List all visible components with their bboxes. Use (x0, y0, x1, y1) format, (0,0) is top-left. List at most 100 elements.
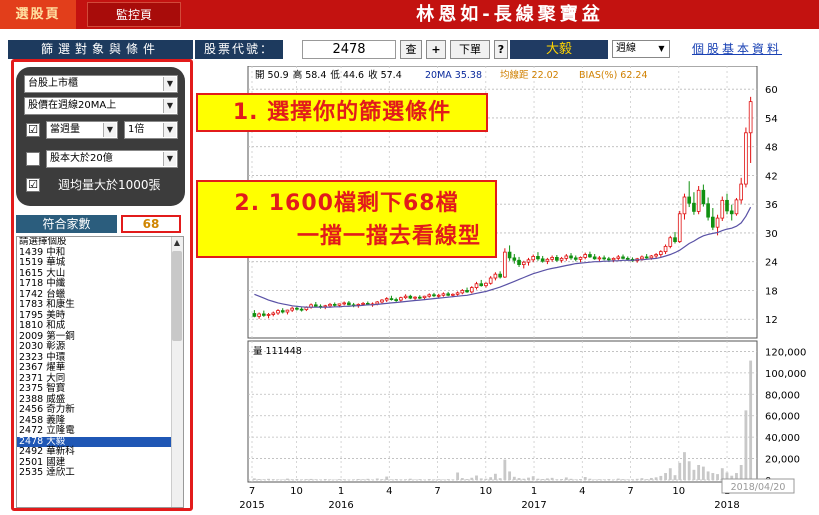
candle-body (597, 257, 602, 260)
order-button[interactable]: 下單 (450, 40, 490, 59)
volume-bar (319, 479, 322, 480)
match-count-value: 68 (121, 215, 181, 233)
stock-code-input[interactable]: 2478 (302, 40, 396, 59)
volume-bar (555, 479, 559, 480)
volume-bar (262, 479, 266, 480)
stock-list-item[interactable]: 1718 中纖 (17, 278, 183, 290)
candle-body (257, 313, 261, 317)
stock-list-item[interactable]: 1810 和成 (17, 320, 183, 332)
stock-list-item[interactable]: 2375 智寶 (17, 383, 183, 395)
year-tick-label: 2016 (328, 500, 353, 511)
candle-body (441, 293, 446, 296)
volume-tick-label: 100,000 (765, 369, 806, 380)
candle-body (261, 313, 266, 316)
volume-bar (522, 478, 526, 480)
volume-bar (446, 479, 450, 480)
volume-bar (314, 479, 318, 480)
volume-bar (323, 479, 327, 480)
candle-body (413, 296, 417, 299)
candle-body (299, 308, 304, 311)
candle-body (659, 251, 663, 255)
year-tick-label: 2015 (239, 500, 264, 511)
stock-list-item[interactable]: 2492 華新科 (17, 446, 183, 458)
volume-select-value: 當週量 (50, 124, 80, 135)
month-tick-label: 10 (479, 486, 492, 497)
volume-bar (309, 478, 313, 480)
month-tick-label: 4 (386, 486, 392, 497)
candle-body (588, 254, 592, 258)
tab-monitor[interactable]: 監控頁 (87, 2, 181, 27)
help-button[interactable]: ? (494, 40, 508, 59)
volume-bar (631, 479, 634, 480)
candle-body (276, 310, 280, 314)
stock-list-item[interactable]: 1783 和康生 (17, 299, 183, 311)
price-tick-label: 54 (765, 114, 778, 125)
volume-bar (720, 468, 724, 480)
stock-list-item[interactable]: 1519 華城 (17, 257, 183, 269)
candle-body (375, 301, 380, 305)
volume-bar (366, 478, 370, 480)
candle-body (488, 277, 493, 284)
volume-bar (442, 479, 445, 480)
stock-list-item[interactable]: 2535 達欣工 (17, 467, 183, 479)
volume-bar (612, 479, 615, 480)
stock-list-item[interactable]: 2030 彰源 (17, 341, 183, 353)
price-tick-label: 42 (765, 171, 778, 182)
candle-body (295, 307, 299, 310)
candle-body (446, 293, 450, 296)
candle-body (455, 292, 460, 295)
ma-readout: 20MA 35.38 (425, 70, 482, 81)
volume-bar (512, 476, 516, 480)
candle-body (687, 196, 692, 204)
candle-body (427, 294, 432, 297)
stock-chart[interactable]: 60 54 48 42 36 30 24 18 12 120,000 100,000 80,000 60… (195, 66, 819, 515)
volume-bar (616, 478, 620, 480)
stock-list[interactable]: 請選擇個股 1439 中和 1519 華城 1615 大山 1718 中纖 1742 台… (16, 236, 184, 508)
stock-list-scrollbar[interactable]: ▲ (171, 237, 183, 507)
volume-bar (744, 410, 748, 480)
volume-bar (371, 479, 374, 480)
volume-bar (456, 472, 460, 480)
volume-bar (304, 479, 308, 480)
avg-volume-label: 週均量大於1000張 (58, 178, 161, 192)
candle-body (573, 257, 578, 260)
capital-select[interactable]: 股本大於20億 ▼ (46, 150, 178, 168)
scroll-thumb[interactable] (172, 251, 182, 341)
capital-checkbox[interactable] (26, 152, 40, 166)
volume-bar (493, 473, 497, 480)
price-condition-select[interactable]: 股價在週線20MA上 ▼ (24, 97, 178, 115)
filter-panel-header: 篩選對象與條件 (8, 40, 193, 59)
candle-body (479, 283, 484, 287)
stock-list-item[interactable]: 2456 奇力新 (17, 404, 183, 416)
query-button[interactable]: 查 (400, 40, 422, 59)
year-tick-label: 2017 (521, 500, 546, 511)
tab-stock-picking[interactable]: 選股頁 (0, 0, 76, 29)
volume-checkbox[interactable]: ☑ (26, 123, 40, 137)
volume-bar (527, 477, 530, 480)
volume-select[interactable]: 當週量 ▼ (46, 121, 118, 139)
candle-body (271, 312, 276, 315)
period-select[interactable]: 週線 ▼ (612, 40, 670, 58)
match-count-label: 符合家數 (16, 215, 117, 233)
volume-multiple-value: 1倍 (128, 124, 145, 135)
volume-bar (479, 478, 483, 480)
volume-multiple-select[interactable]: 1倍 ▼ (124, 121, 178, 139)
volume-bar (281, 479, 285, 480)
add-button[interactable]: + (426, 40, 446, 59)
market-select[interactable]: 台股上市櫃 ▼ (24, 75, 178, 93)
volume-bar (683, 452, 686, 480)
volume-bar (271, 479, 275, 480)
scroll-up-icon[interactable]: ▲ (171, 237, 183, 249)
stock-list-item[interactable]: 2472 立隆電 (17, 425, 183, 437)
stock-list-item[interactable]: 2367 燿華 (17, 362, 183, 374)
candle-body (644, 256, 649, 259)
avg-volume-checkbox[interactable]: ☑ (26, 178, 40, 192)
price-tick-label: 18 (765, 286, 778, 297)
candle-body (692, 202, 696, 212)
period-select-value: 週線 (616, 43, 636, 54)
price-tick-label: 36 (765, 200, 778, 211)
volume-bar (295, 479, 299, 480)
stock-info-link[interactable]: 個股基本資料 (692, 40, 810, 59)
volume-bar (460, 478, 464, 480)
volume-bar (475, 475, 478, 480)
